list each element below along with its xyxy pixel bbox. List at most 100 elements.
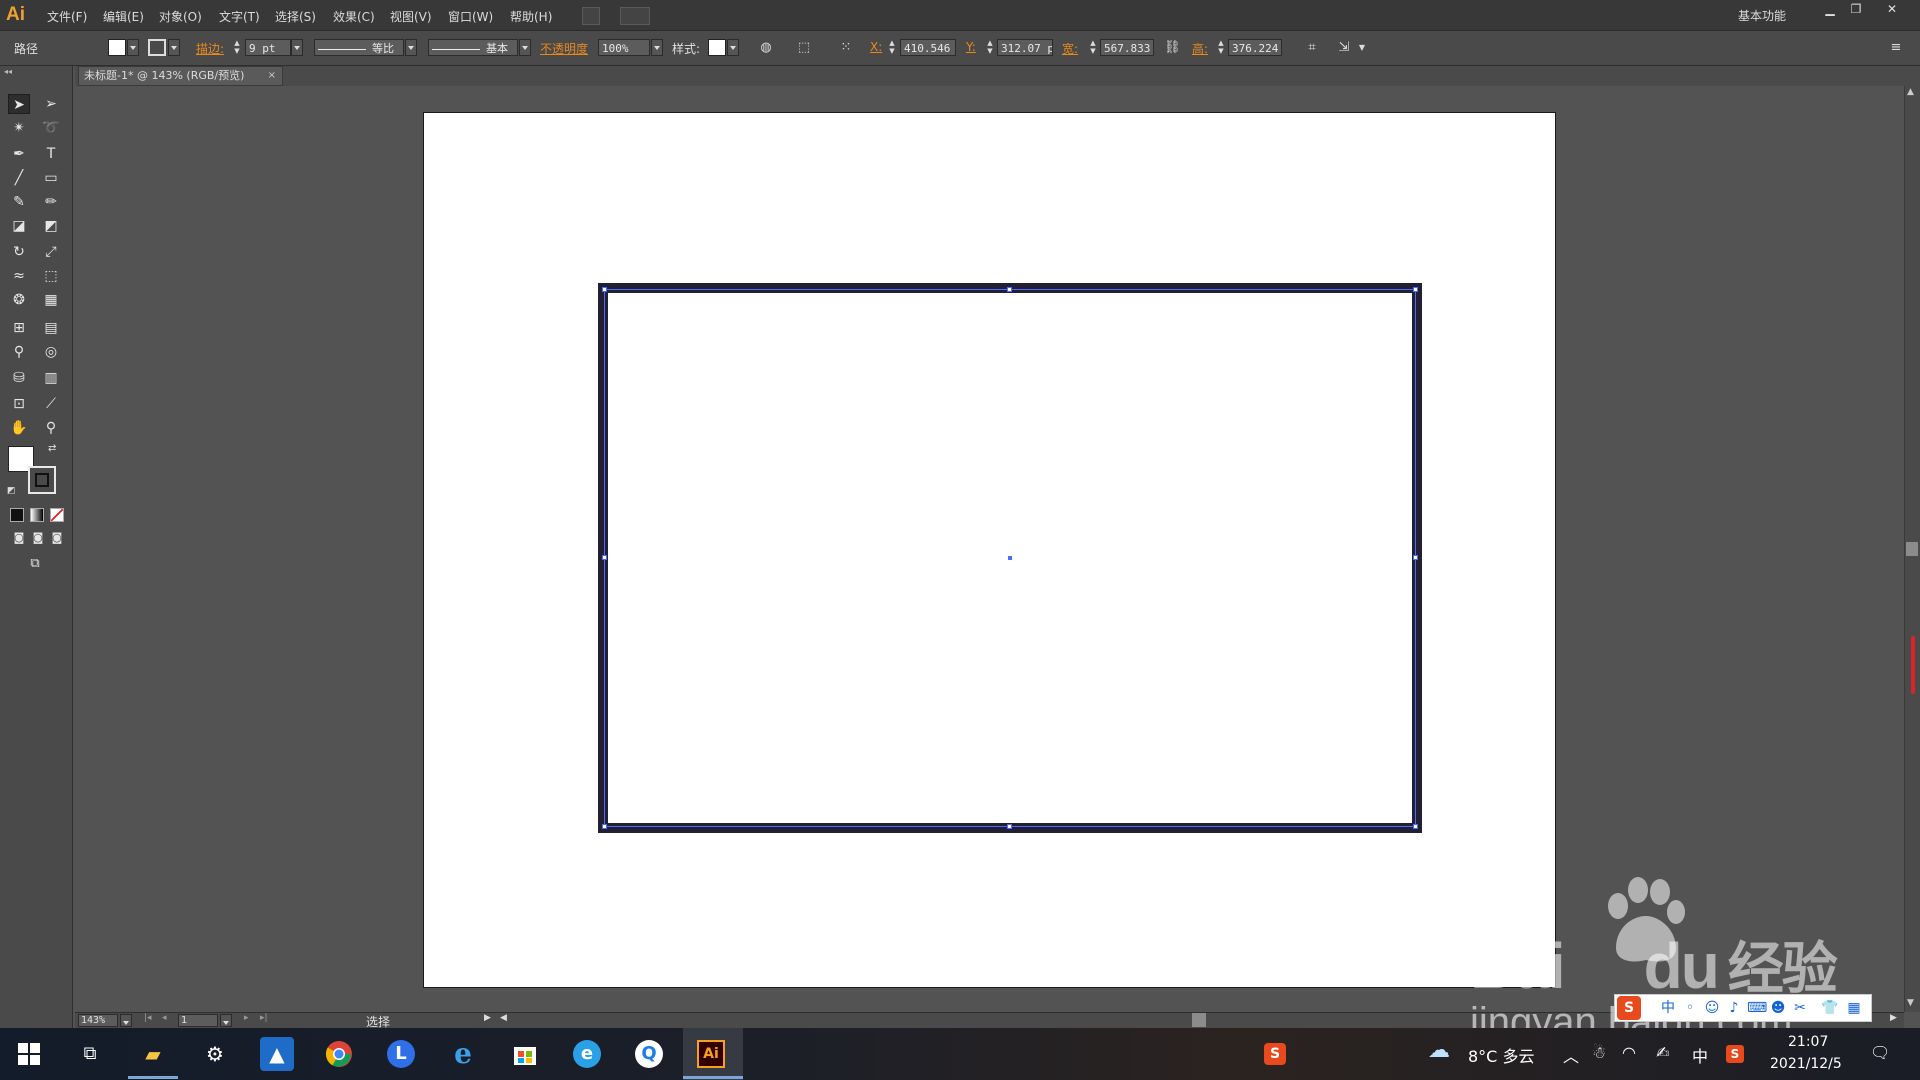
lasso-tool-icon[interactable]: ➰	[40, 118, 62, 138]
paintbrush-tool-icon[interactable]: ✎	[8, 192, 30, 212]
link-proportions-icon[interactable]: ⛓	[1164, 40, 1181, 56]
stroke-weight-field[interactable]: 9 pt	[245, 39, 291, 56]
qq-browser-icon[interactable]: Q	[632, 1037, 666, 1071]
x-field[interactable]: 410.546	[900, 39, 956, 56]
brush-dropdown[interactable]	[519, 39, 531, 56]
width-spinner-icon[interactable]: ▲ ▼	[1088, 39, 1098, 56]
y-label[interactable]: Y:	[966, 40, 976, 54]
next-artboard-icon[interactable]: ▸	[244, 1013, 249, 1023]
handle-top-left[interactable]	[602, 287, 607, 292]
brush-field[interactable]: 基本	[428, 39, 518, 56]
illustrator-taskbar-icon[interactable]: Ai	[694, 1037, 728, 1071]
scroll-up-icon[interactable]: ▲	[1907, 87, 1914, 97]
opacity-dropdown[interactable]	[651, 39, 663, 56]
menu-type[interactable]: 文字(T)	[219, 8, 260, 25]
align-icon[interactable]: ⬚	[796, 40, 812, 56]
bridge-icon[interactable]	[582, 7, 600, 25]
default-colors-icon[interactable]: ◩	[7, 486, 16, 496]
scroll-left-icon[interactable]: ◀	[500, 1013, 507, 1023]
zoom-field[interactable]: 143%	[78, 1014, 118, 1027]
artboard-tool-icon[interactable]: ⊡	[8, 394, 30, 414]
eyedropper-tool-icon[interactable]: ⚲	[8, 342, 30, 362]
direct-selection-tool-icon[interactable]: ➢	[40, 94, 62, 114]
stroke-spinner-icon[interactable]: ▲ ▼	[232, 39, 242, 56]
stroke-profile-field[interactable]: 等比	[314, 39, 404, 56]
arrange-documents-icon[interactable]	[620, 7, 650, 25]
gradient-mode-icon[interactable]	[30, 508, 44, 522]
x-spinner-icon[interactable]: ▲ ▼	[887, 39, 897, 56]
last-artboard-icon[interactable]: ▸|	[260, 1013, 268, 1023]
restore-icon[interactable]: ❐	[1842, 2, 1870, 16]
none-mode-icon[interactable]	[50, 508, 64, 522]
handle-top-right[interactable]	[1413, 287, 1418, 292]
edge-legacy-icon[interactable]: e	[570, 1037, 604, 1071]
menu-help[interactable]: 帮助(H)	[510, 8, 552, 25]
recolor-icon[interactable]: ◍	[758, 40, 774, 56]
handle-top-center[interactable]	[1007, 287, 1012, 292]
gradient-tool-icon[interactable]: ▤	[40, 318, 62, 338]
opacity-field[interactable]: 100%	[598, 39, 650, 56]
style-dropdown[interactable]	[727, 39, 739, 56]
panel-menu-icon[interactable]: ≡	[1888, 40, 1904, 56]
type-tool-icon[interactable]: T	[40, 144, 62, 164]
weather-text[interactable]: 8°C 多云	[1468, 1043, 1534, 1067]
y-spinner-icon[interactable]: ▲ ▼	[985, 39, 995, 56]
collapse-panel-icon[interactable]: ◂◂	[4, 67, 12, 76]
pen-input-icon[interactable]: ✍	[1656, 1043, 1669, 1062]
windows-start-icon[interactable]	[12, 1037, 46, 1071]
ime-user-icon[interactable]: ☻	[1769, 999, 1787, 1017]
stroke-weight-dropdown[interactable]	[291, 39, 303, 56]
fill-dropdown[interactable]	[127, 39, 139, 56]
sogou-logo-icon[interactable]: S	[1617, 996, 1641, 1020]
selection-tool-icon[interactable]: ➤	[8, 94, 30, 114]
horizontal-scroll-thumb[interactable]	[1192, 1013, 1206, 1027]
stroke-label[interactable]: 描边:	[196, 40, 224, 57]
network-icon[interactable]: ◠	[1622, 1043, 1636, 1062]
screen-mode-icon[interactable]: ⧉	[24, 554, 46, 574]
symbol-sprayer-tool-icon[interactable]: ⛁	[8, 368, 30, 388]
photos-icon[interactable]: ▲	[260, 1037, 294, 1071]
task-view-icon[interactable]: ⧉	[73, 1037, 107, 1071]
blend-tool-icon[interactable]: ◎	[40, 342, 62, 362]
menu-select[interactable]: 选择(S)	[275, 8, 316, 25]
weather-cloud-icon[interactable]: ☁	[1428, 1038, 1450, 1063]
column-graph-tool-icon[interactable]: ▥	[40, 368, 62, 388]
pencil-tool-icon[interactable]: ✏	[40, 192, 62, 212]
first-artboard-icon[interactable]: |◂	[144, 1013, 152, 1023]
blob-brush-tool-icon[interactable]: ◪	[8, 216, 30, 236]
handle-middle-left[interactable]	[602, 555, 607, 560]
mesh-tool-icon[interactable]: ⊞	[8, 318, 30, 338]
clock-time[interactable]: 21:07	[1788, 1034, 1828, 1050]
stroke-dropdown[interactable]	[168, 39, 180, 56]
ime-tools-icon[interactable]: ✂	[1791, 999, 1809, 1017]
free-transform-tool-icon[interactable]: ⬚	[40, 266, 62, 286]
sogou-tray-app-icon[interactable]: S	[1258, 1037, 1292, 1071]
ime-emoji-icon[interactable]: ☺	[1703, 999, 1721, 1017]
ime-menu-icon[interactable]: ▦	[1845, 999, 1863, 1017]
line-tool-icon[interactable]: ╱	[8, 168, 30, 188]
stroke-swatch[interactable]	[148, 39, 166, 56]
internet-explorer-icon[interactable]: e	[446, 1037, 480, 1071]
ime-voice-icon[interactable]: ♪	[1725, 999, 1743, 1017]
file-explorer-icon[interactable]: ▰	[136, 1037, 170, 1071]
stroke-color-swatch[interactable]	[28, 466, 56, 494]
menu-effect[interactable]: 效果(C)	[333, 8, 375, 25]
fill-swatch[interactable]	[108, 39, 126, 56]
stroke-profile-dropdown[interactable]	[405, 39, 417, 56]
pen-tool-icon[interactable]: ✒	[8, 144, 30, 164]
settings-icon[interactable]: ⚙	[198, 1037, 232, 1071]
input-language-indicator[interactable]: 中	[1692, 1043, 1708, 1067]
hand-tool-icon[interactable]: ✋	[8, 418, 30, 438]
menu-view[interactable]: 视图(V)	[390, 8, 432, 25]
reference-point-icon[interactable]: ⁙	[838, 40, 854, 56]
handle-middle-right[interactable]	[1413, 555, 1418, 560]
style-swatch[interactable]	[708, 39, 726, 56]
ime-chinese-icon[interactable]: 中	[1659, 999, 1677, 1017]
rotate-tool-icon[interactable]: ↻	[8, 242, 30, 262]
zoom-tool-icon[interactable]: ⚲	[40, 418, 62, 438]
vertical-scroll-thumb[interactable]	[1906, 542, 1918, 556]
document-tab[interactable]: 未标题-1* @ 143% (RGB/预览) ×	[78, 66, 283, 86]
y-field[interactable]: 312.07 p	[997, 39, 1053, 56]
notifications-icon[interactable]: 🗨	[1870, 1043, 1890, 1062]
lark-icon[interactable]: L	[384, 1037, 418, 1071]
